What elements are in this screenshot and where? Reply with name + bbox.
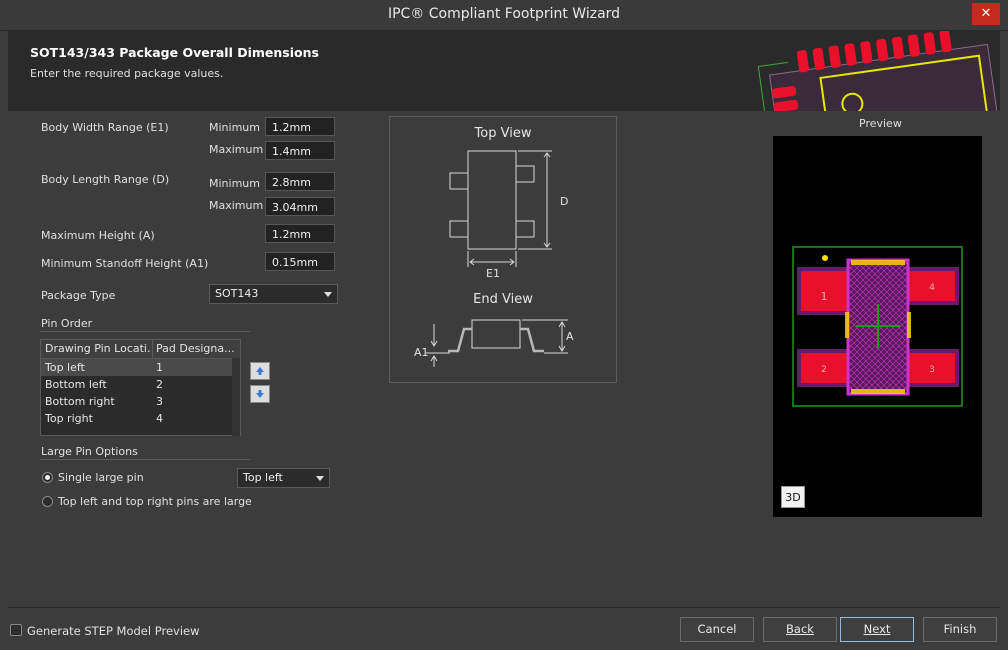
step-preview-checkbox[interactable]: [10, 624, 22, 636]
column-header-location[interactable]: Drawing Pin Locati...: [45, 342, 151, 355]
chevron-down-icon: [316, 476, 324, 481]
package-type-select[interactable]: SOT143: [209, 284, 338, 304]
cell-pad: 4: [156, 412, 163, 425]
pad-label-3: 3: [929, 365, 935, 375]
cell-location: Bottom right: [45, 395, 115, 408]
table-row[interactable]: Top right 4: [41, 410, 232, 427]
footprint-preview[interactable]: 1 2 3 4 3D: [773, 136, 982, 517]
step-preview-label[interactable]: Generate STEP Model Preview: [27, 624, 200, 638]
table-row[interactable]: Bottom left 2: [41, 376, 232, 393]
d-dimension-label: D: [560, 195, 568, 208]
close-button[interactable]: ✕: [972, 3, 1000, 25]
next-button-label: Next: [863, 622, 891, 636]
footprint-canvas: 1 2 3 4: [792, 246, 963, 407]
body-width-label: Body Width Range (E1): [41, 121, 169, 134]
wizard-header: SOT143/343 Package Overall Dimensions En…: [8, 31, 1000, 111]
body-length-max-label: Maximum: [209, 199, 264, 212]
both-large-pins-radio[interactable]: [42, 496, 53, 507]
pad-label-1: 1: [821, 290, 828, 303]
package-type-value: SOT143: [215, 287, 259, 300]
cancel-button[interactable]: Cancel: [680, 617, 754, 642]
min-standoff-label: Minimum Standoff Height (A1): [41, 257, 209, 270]
cell-pad: 1: [156, 361, 163, 374]
column-divider: [152, 340, 153, 358]
max-height-input[interactable]: 1.2mm: [265, 224, 335, 243]
page-title: SOT143/343 Package Overall Dimensions: [30, 45, 319, 60]
table-row[interactable]: Top left 1: [41, 359, 232, 376]
a1-dimension-label: A1: [414, 346, 429, 359]
single-large-pin-radio[interactable]: [42, 472, 53, 483]
page-subtitle: Enter the required package values.: [30, 67, 224, 80]
arrow-down-icon: [256, 390, 264, 398]
a-dimension-label: A: [566, 330, 574, 343]
large-pin-divider: [40, 459, 250, 460]
body-width-min-input[interactable]: 1.2mm: [265, 117, 335, 136]
pin-order-table[interactable]: Drawing Pin Locati... Pad Designa... Top…: [40, 339, 241, 436]
body-length-min-label: Minimum: [209, 177, 260, 190]
body-width-max-input[interactable]: 1.4mm: [265, 141, 335, 160]
large-pin-section-label: Large Pin Options: [41, 445, 138, 458]
end-view-label: End View: [473, 292, 533, 307]
arrow-up-icon: [256, 367, 264, 375]
package-type-label: Package Type: [41, 289, 116, 302]
body-length-label: Body Length Range (D): [41, 173, 170, 186]
body-width-min-label: Minimum: [209, 121, 260, 134]
cell-location: Bottom left: [45, 378, 107, 391]
package-diagram: Top View D E1 End View A A1: [389, 116, 617, 383]
max-height-label: Maximum Height (A): [41, 229, 155, 242]
finish-button[interactable]: Finish: [923, 617, 997, 642]
pin-order-divider: [40, 331, 250, 332]
chevron-down-icon: [324, 292, 332, 297]
body-length-max-input[interactable]: 3.04mm: [265, 197, 335, 216]
cell-location: Top left: [45, 361, 85, 374]
table-scrollbar[interactable]: [232, 358, 240, 436]
next-button[interactable]: Next: [840, 617, 914, 642]
pin-order-section-label: Pin Order: [41, 317, 93, 330]
preview-label: Preview: [859, 117, 902, 130]
body-width-max-label: Maximum: [209, 143, 264, 156]
top-view-label: Top View: [474, 126, 532, 141]
move-up-button[interactable]: [250, 362, 270, 380]
e1-dimension-label: E1: [486, 267, 500, 280]
body-length-min-input[interactable]: 2.8mm: [265, 172, 335, 191]
back-button[interactable]: Back: [763, 617, 837, 642]
pad-label-2: 2: [821, 365, 827, 375]
large-pin-select[interactable]: Top left: [237, 468, 330, 488]
3d-view-button[interactable]: 3D: [781, 486, 805, 508]
title-bar: IPC® Compliant Footprint Wizard ✕: [0, 0, 1008, 31]
cell-pad: 2: [156, 378, 163, 391]
table-header: Drawing Pin Locati... Pad Designa...: [41, 340, 240, 359]
pad-label-4: 4: [929, 283, 935, 293]
header-footprint-art: [757, 31, 1000, 111]
window-title: IPC® Compliant Footprint Wizard: [387, 6, 621, 22]
back-button-label: Back: [786, 622, 814, 636]
package-drawing: Top View D E1 End View A A1: [414, 126, 574, 367]
move-down-button[interactable]: [250, 385, 270, 403]
cell-pad: 3: [156, 395, 163, 408]
column-header-pad[interactable]: Pad Designa...: [156, 342, 236, 355]
single-large-pin-label[interactable]: Single large pin: [58, 471, 144, 484]
table-row[interactable]: Bottom right 3: [41, 393, 232, 410]
both-large-pins-label[interactable]: Top left and top right pins are large: [58, 495, 252, 508]
cell-location: Top right: [45, 412, 93, 425]
min-standoff-input[interactable]: 0.15mm: [265, 252, 335, 271]
large-pin-select-value: Top left: [243, 471, 283, 484]
